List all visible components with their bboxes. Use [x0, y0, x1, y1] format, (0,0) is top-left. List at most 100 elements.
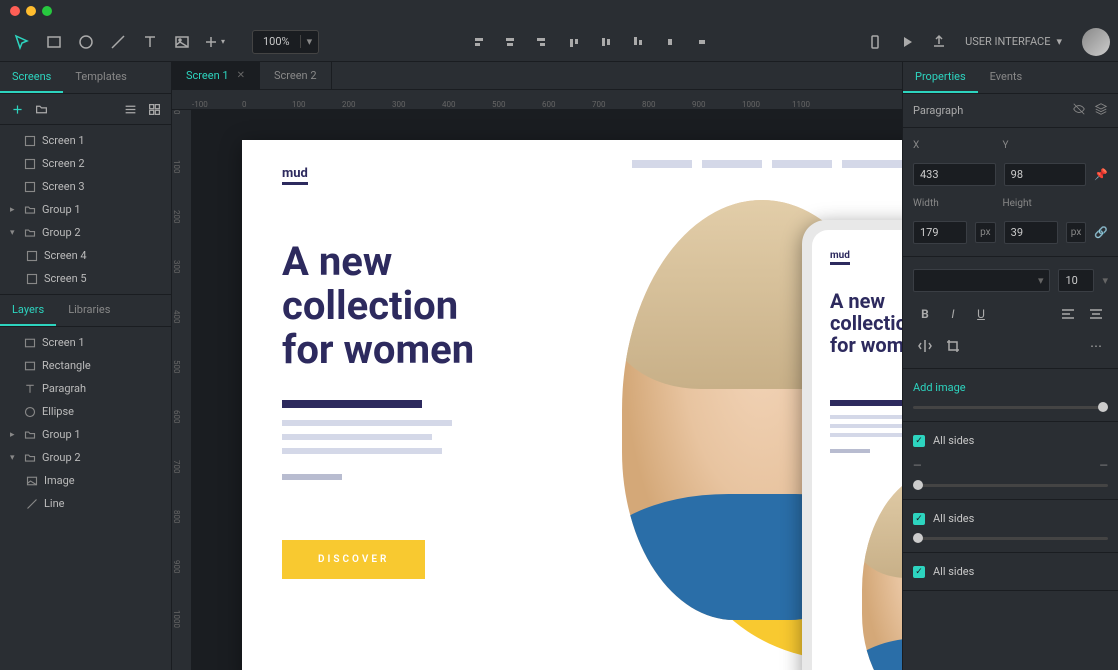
close-tab-icon[interactable]: ✕ [237, 70, 245, 81]
underline-icon[interactable]: U [969, 302, 993, 326]
layer-item[interactable]: Screen 1 [0, 331, 171, 354]
device-icon[interactable] [861, 28, 889, 56]
screen-item[interactable]: Screen 3 [0, 175, 171, 198]
line-tool[interactable] [104, 28, 132, 56]
left-sidebar: Screens Templates Screen 1 Screen 2 Scre… [0, 62, 172, 670]
lock-aspect-icon[interactable]: 🔗 [1094, 226, 1108, 239]
doc-tab[interactable]: Screen 2 [260, 62, 332, 89]
nav-placeholder [632, 160, 902, 168]
visibility-icon[interactable] [1072, 102, 1086, 119]
rectangle-tool[interactable] [40, 28, 68, 56]
font-size-input[interactable] [1058, 269, 1094, 292]
x-input[interactable] [913, 163, 996, 186]
close-window[interactable] [10, 6, 20, 16]
screen-item[interactable]: Screen 5 [0, 267, 171, 290]
screen-item[interactable]: Screen 1 [0, 129, 171, 152]
align-center-text-icon[interactable] [1084, 302, 1108, 326]
font-family-select[interactable]: ▾ [913, 269, 1050, 292]
distribute-v-icon[interactable] [688, 28, 716, 56]
height-unit[interactable]: px [1066, 222, 1087, 243]
height-input[interactable] [1004, 221, 1058, 244]
align-left-icon[interactable] [464, 28, 492, 56]
align-center-h-icon[interactable] [496, 28, 524, 56]
y-input[interactable] [1004, 163, 1087, 186]
align-top-icon[interactable] [560, 28, 588, 56]
layers-icon[interactable] [1094, 102, 1108, 119]
add-tool[interactable]: ▾ [200, 28, 228, 56]
ellipse-tool[interactable] [72, 28, 100, 56]
list-view-icon[interactable] [119, 98, 141, 120]
collapse-icon[interactable]: ▸ [10, 430, 18, 440]
grid-view-icon[interactable] [143, 98, 165, 120]
radius-slider[interactable] [913, 537, 1108, 540]
play-icon[interactable] [893, 28, 921, 56]
all-sides-label: All sides [933, 434, 974, 447]
folder-icon [24, 227, 36, 239]
layer-item[interactable]: Line [0, 492, 171, 515]
italic-icon[interactable]: I [941, 302, 965, 326]
screen-item[interactable]: Screen 4 [0, 244, 171, 267]
canvas[interactable]: mud A newcollectionfor women DISCOVER [192, 110, 902, 670]
screen-icon [24, 337, 36, 349]
text-tool[interactable] [136, 28, 164, 56]
font-size-dd[interactable]: ▾ [1102, 274, 1108, 287]
minimize-window[interactable] [26, 6, 36, 16]
layer-item[interactable]: Paragrah [0, 377, 171, 400]
user-menu-label: USER INTERFACE [965, 35, 1050, 48]
text-icon [24, 383, 36, 395]
screen-icon [26, 250, 38, 262]
flip-h-icon[interactable] [913, 334, 937, 358]
align-bottom-icon[interactable] [624, 28, 652, 56]
more-icon[interactable]: ⋯ [1084, 334, 1108, 358]
maximize-window[interactable] [42, 6, 52, 16]
add-image-link[interactable]: Add image [913, 381, 966, 394]
all-sides-checkbox[interactable]: ✓ [913, 435, 925, 447]
pointer-tool[interactable] [8, 28, 36, 56]
opacity-slider[interactable] [913, 406, 1108, 409]
collapse-icon[interactable]: ▸ [10, 205, 18, 215]
tab-screens[interactable]: Screens [0, 62, 63, 93]
all-sides-checkbox[interactable]: ✓ [913, 513, 925, 525]
layer-item[interactable]: Image [0, 469, 171, 492]
width-input[interactable] [913, 221, 967, 244]
crop-icon[interactable] [941, 334, 965, 358]
doc-tab[interactable]: Screen 1✕ [172, 62, 260, 89]
folder-icon[interactable] [30, 98, 52, 120]
add-screen-icon[interactable] [6, 98, 28, 120]
zoom-control[interactable]: 100% ▾ [252, 30, 319, 54]
tab-templates[interactable]: Templates [63, 62, 138, 93]
zoom-dropdown-icon[interactable]: ▾ [300, 35, 319, 48]
pin-icon[interactable]: 📌 [1094, 168, 1108, 181]
align-middle-icon[interactable] [592, 28, 620, 56]
width-unit[interactable]: px [975, 222, 996, 243]
screen-item[interactable]: Screen 2 [0, 152, 171, 175]
border-slider[interactable] [913, 484, 1108, 487]
bold-icon[interactable]: B [913, 302, 937, 326]
folder-icon [24, 429, 36, 441]
group-item[interactable]: ▸Group 1 [0, 198, 171, 221]
expand-icon[interactable]: ▾ [10, 228, 18, 238]
layer-group-item[interactable]: ▾Group 2 [0, 446, 171, 469]
tab-libraries[interactable]: Libraries [56, 295, 122, 326]
expand-icon[interactable]: ▾ [10, 453, 18, 463]
layer-item[interactable]: Rectangle [0, 354, 171, 377]
user-menu[interactable]: USER INTERFACE ▾ [957, 35, 1070, 48]
group-item[interactable]: ▾Group 2 [0, 221, 171, 244]
main-toolbar: ▾ 100% ▾ USER INTERFACE ▾ [0, 22, 1118, 62]
tab-properties[interactable]: Properties [903, 62, 978, 93]
layer-item[interactable]: Ellipse [0, 400, 171, 423]
all-sides-checkbox[interactable]: ✓ [913, 566, 925, 578]
export-icon[interactable] [925, 28, 953, 56]
distribute-h-icon[interactable] [656, 28, 684, 56]
user-avatar[interactable] [1082, 28, 1110, 56]
folder-icon [24, 204, 36, 216]
align-left-text-icon[interactable] [1056, 302, 1080, 326]
width-label: Width [913, 198, 953, 209]
tab-events[interactable]: Events [978, 62, 1035, 93]
align-right-icon[interactable] [528, 28, 556, 56]
artboard-mobile[interactable]: mud A newcollectionfor women [802, 220, 902, 670]
horizontal-ruler: -100010020030040050060070080090010001100 [172, 90, 902, 110]
layer-group-item[interactable]: ▸Group 1 [0, 423, 171, 446]
tab-layers[interactable]: Layers [0, 295, 56, 326]
image-tool[interactable] [168, 28, 196, 56]
